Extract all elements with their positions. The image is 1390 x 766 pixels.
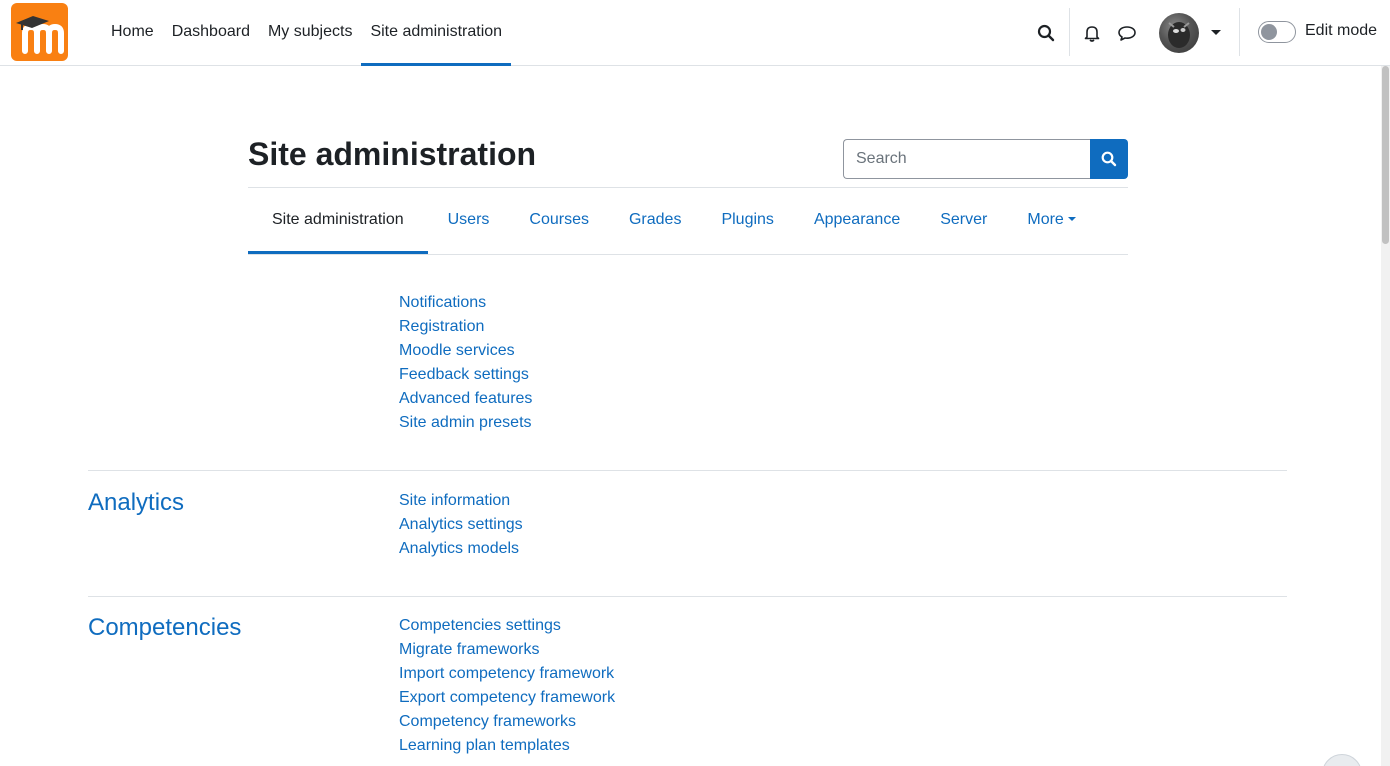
search-toggle-button[interactable] (1031, 18, 1061, 48)
section-divider (88, 596, 1287, 597)
link-analytics-models[interactable]: Analytics models (399, 537, 523, 561)
competencies-links: Competencies settings Migrate frameworks… (399, 614, 615, 758)
link-learning-plan-templates[interactable]: Learning plan templates (399, 734, 615, 758)
link-migrate-frameworks[interactable]: Migrate frameworks (399, 638, 615, 662)
user-menu-chevron-down-icon[interactable] (1211, 30, 1221, 35)
tab-site-administration[interactable]: Site administration (248, 188, 428, 254)
section-divider (88, 470, 1287, 471)
link-moodle-services[interactable]: Moodle services (399, 339, 532, 363)
secondary-navigation-tabs: Site administration Users Courses Grades… (248, 188, 1128, 255)
comment-icon (1118, 26, 1136, 41)
link-registration[interactable]: Registration (399, 315, 532, 339)
link-export-competency-framework[interactable]: Export competency framework (399, 686, 615, 710)
link-import-competency-framework[interactable]: Import competency framework (399, 662, 615, 686)
link-advanced-features[interactable]: Advanced features (399, 387, 532, 411)
moodle-logo-icon (16, 16, 64, 54)
help-floating-button[interactable] (1322, 754, 1362, 766)
tab-courses[interactable]: Courses (509, 188, 609, 254)
edit-mode-label: Edit mode (1305, 22, 1378, 39)
link-feedback-settings[interactable]: Feedback settings (399, 363, 532, 387)
link-analytics-settings[interactable]: Analytics settings (399, 513, 523, 537)
tab-server[interactable]: Server (920, 188, 1007, 254)
tab-plugins[interactable]: Plugins (701, 188, 793, 254)
toggle-knob (1261, 24, 1277, 40)
moodle-logo[interactable] (11, 3, 68, 61)
link-site-admin-presets[interactable]: Site admin presets (399, 411, 532, 435)
messages-button[interactable] (1112, 18, 1142, 48)
tab-grades[interactable]: Grades (609, 188, 701, 254)
search-icon (1037, 24, 1055, 42)
scrollbar-thumb[interactable] (1382, 66, 1389, 244)
tab-more[interactable]: More (1007, 188, 1095, 254)
user-avatar[interactable] (1159, 13, 1199, 53)
primary-navigation: Home Dashboard My subjects Site administ… (102, 0, 512, 66)
chevron-down-icon (1067, 217, 1076, 221)
section-heading-analytics[interactable]: Analytics (88, 489, 184, 517)
nav-my-subjects[interactable]: My subjects (259, 0, 361, 66)
admin-search-button[interactable] (1090, 139, 1128, 179)
nav-site-administration[interactable]: Site administration (361, 0, 512, 66)
user-picture (1168, 22, 1190, 48)
page-scrollbar[interactable] (1381, 66, 1390, 766)
link-site-information[interactable]: Site information (399, 489, 523, 513)
edit-mode-toggle[interactable] (1258, 21, 1296, 43)
notifications-button[interactable] (1077, 18, 1107, 48)
link-competencies-settings[interactable]: Competencies settings (399, 614, 615, 638)
nav-dashboard[interactable]: Dashboard (163, 0, 259, 66)
navbar-divider (1069, 8, 1070, 56)
bell-icon (1084, 26, 1100, 42)
nav-home[interactable]: Home (102, 0, 163, 66)
search-icon (1101, 151, 1117, 167)
page-title: Site administration (248, 136, 537, 172)
general-links: Notifications Registration Moodle servic… (399, 291, 532, 435)
section-heading-competencies[interactable]: Competencies (88, 614, 241, 642)
link-competency-frameworks[interactable]: Competency frameworks (399, 710, 615, 734)
navbar-divider (1239, 8, 1240, 56)
analytics-links: Site information Analytics settings Anal… (399, 489, 523, 561)
admin-search-input[interactable] (843, 139, 1091, 179)
top-navbar: Home Dashboard My subjects Site administ… (0, 0, 1390, 66)
tab-appearance[interactable]: Appearance (794, 188, 920, 254)
admin-search (843, 139, 1128, 179)
link-notifications[interactable]: Notifications (399, 291, 532, 315)
tab-more-label: More (1027, 211, 1064, 228)
tab-users[interactable]: Users (428, 188, 510, 254)
